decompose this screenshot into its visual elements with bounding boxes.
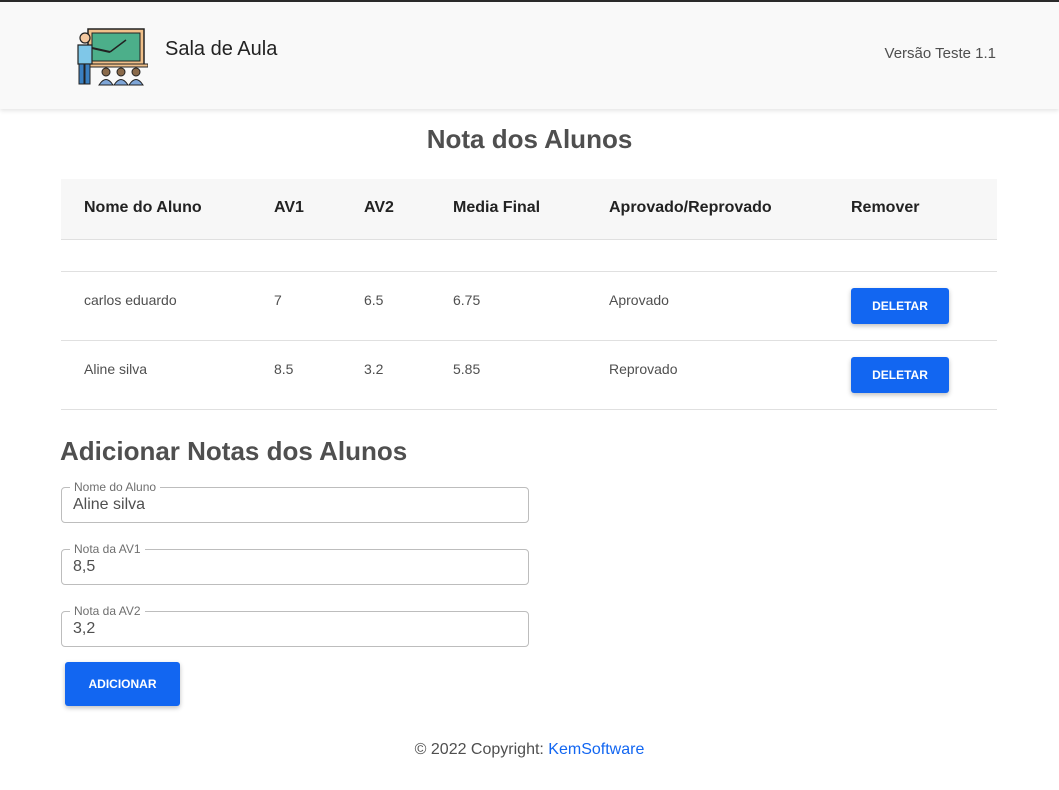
- teacher-classroom-icon[interactable]: [74, 28, 149, 86]
- cell-av2: 3.2: [364, 361, 384, 377]
- cell-av1: 8.5: [274, 361, 294, 377]
- column-header-remove: Remover: [851, 199, 920, 216]
- av2-field[interactable]: Nota da AV2: [61, 604, 529, 647]
- cell-name: carlos eduardo: [84, 292, 177, 308]
- av1-input[interactable]: [73, 558, 513, 576]
- version-label: Versão Teste 1.1: [884, 45, 996, 62]
- kemsoftware-link[interactable]: KemSoftware: [548, 741, 644, 758]
- empty-row: [61, 240, 997, 272]
- footer: © 2022 Copyright: KemSoftware: [0, 741, 1059, 759]
- cell-av1: 7: [274, 292, 282, 308]
- column-header-name: Nome do Aluno: [84, 199, 202, 216]
- column-header-status: Aprovado/Reprovado: [609, 199, 772, 216]
- cell-media: 5.85: [453, 361, 481, 377]
- add-button[interactable]: ADICIONAR: [65, 662, 180, 706]
- av1-field[interactable]: Nota da AV1: [61, 542, 529, 585]
- copyright-text: © 2022 Copyright:: [414, 741, 549, 758]
- column-header-av1: AV1: [274, 199, 304, 216]
- grades-table: Nome do Aluno AV1 AV2 Media Final Aprova…: [61, 179, 997, 410]
- student-name-input[interactable]: [73, 496, 513, 514]
- table-header: Nome do Aluno AV1 AV2 Media Final Aprova…: [61, 179, 997, 240]
- column-header-media: Media Final: [453, 199, 541, 216]
- table-row: carlos eduardo 7 6.5 6.75 Aprovado DELET…: [61, 272, 997, 341]
- form-title: Adicionar Notas dos Alunos: [60, 436, 408, 466]
- av2-input[interactable]: [73, 620, 513, 638]
- av1-label: Nota da AV1: [70, 542, 145, 556]
- cell-status: Reprovado: [609, 361, 678, 377]
- cell-name: Aline silva: [84, 361, 148, 377]
- cell-media: 6.75: [453, 292, 481, 308]
- cell-av2: 6.5: [364, 292, 384, 308]
- student-name-label: Nome do Aluno: [70, 480, 161, 494]
- navbar: Sala de Aula Versão Teste 1.1: [0, 2, 1059, 109]
- cell-status: Aprovado: [609, 292, 669, 308]
- student-name-field[interactable]: Nome do Aluno: [61, 480, 529, 523]
- table-row: Aline silva 8.5 3.2 5.85 Reprovado DELET…: [61, 341, 997, 410]
- brand-title[interactable]: Sala de Aula: [165, 38, 277, 61]
- delete-button[interactable]: DELETAR: [851, 288, 949, 324]
- av2-label: Nota da AV2: [70, 604, 145, 618]
- page-title: Nota dos Alunos: [426, 124, 633, 154]
- column-header-av2: AV2: [364, 199, 394, 216]
- delete-button[interactable]: DELETAR: [851, 357, 949, 393]
